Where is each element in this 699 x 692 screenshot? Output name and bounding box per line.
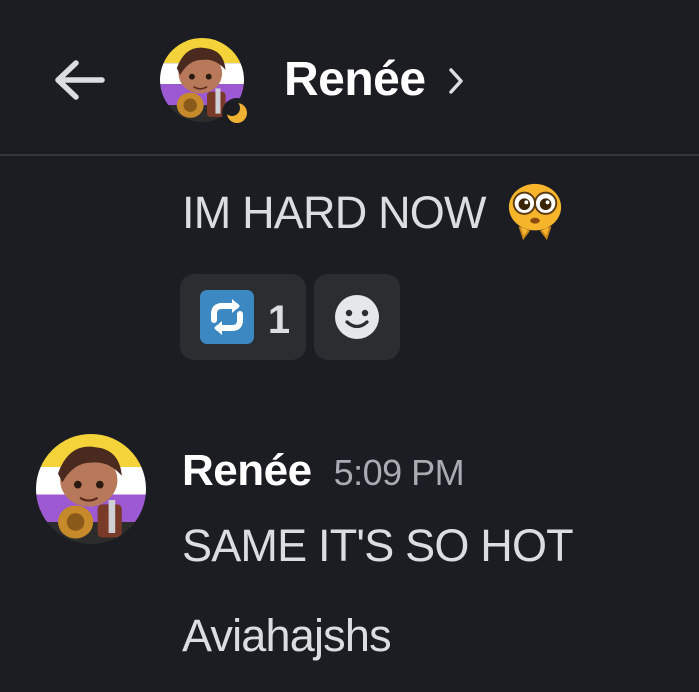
header-avatar[interactable]	[160, 38, 252, 128]
reaction-count: 1	[267, 297, 291, 342]
add-reaction-button[interactable]	[314, 274, 400, 360]
pleading-face-emoji	[508, 183, 561, 240]
avatar	[36, 434, 146, 544]
message-header: Renée 5:09 PM	[182, 446, 465, 496]
author-avatar[interactable]	[36, 434, 146, 544]
header-bar: Renée	[0, 0, 699, 156]
add-reaction-icon	[335, 295, 379, 339]
status-indicator	[222, 98, 252, 128]
message-text: IM HARD NOW	[182, 187, 486, 238]
author-name[interactable]: Renée	[182, 446, 312, 496]
reaction-repeat[interactable]: 1	[180, 274, 306, 360]
arrow-left-icon	[55, 60, 105, 100]
message-text[interactable]: SAME IT'S SO HOT	[182, 520, 574, 572]
message-text[interactable]: Aviahajshs	[182, 610, 392, 662]
dm-screen: Renée IM HARD NOW 1 Renée 5:09 PM SAME I…	[0, 0, 699, 692]
repeat-emoji	[199, 290, 254, 344]
moon-idle-icon	[226, 102, 247, 123]
back-button[interactable]	[50, 52, 108, 108]
message-timestamp: 5:09 PM	[333, 452, 465, 493]
chevron-right-icon	[448, 63, 464, 95]
reactions-bar: 1	[180, 274, 400, 360]
conversation-title-button[interactable]: Renée	[284, 50, 464, 108]
conversation-title: Renée	[284, 52, 426, 106]
message-content[interactable]: IM HARD NOW	[182, 183, 564, 240]
